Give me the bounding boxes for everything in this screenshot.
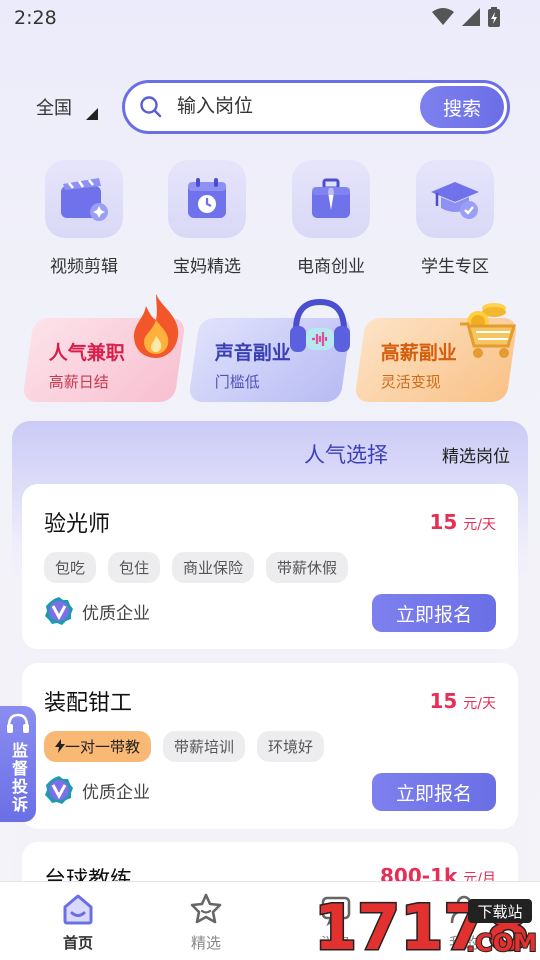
section-tab-featured[interactable]: 精选岗位 (442, 442, 510, 467)
search-icon (140, 96, 162, 118)
job-tag: 带薪休假 (266, 552, 349, 583)
salary-unit: 元/天 (463, 696, 496, 712)
triangle-down-icon (86, 108, 98, 120)
category-label: 电商创业 (297, 257, 365, 277)
job-salary: 15 元/天 (429, 689, 496, 713)
job-tag: 商业保险 (172, 552, 255, 583)
region-selector[interactable]: 全国 (36, 94, 98, 120)
site-watermark: 17178 下载站 .COM (313, 890, 537, 960)
gold-cart-icon (460, 303, 517, 358)
nav-featured[interactable]: 精选 (166, 892, 246, 953)
section-title-popular[interactable]: 人气选择 (304, 439, 388, 469)
watermark-badge: 下载站 (477, 903, 522, 921)
star-icon (190, 893, 222, 924)
company-badge: 优质企业 (44, 596, 150, 626)
company-badge: 优质企业 (44, 775, 150, 805)
promo-subtitle: 门槛低 (214, 373, 260, 391)
category-label: 视频剪辑 (50, 257, 118, 277)
video-edit-icon (61, 178, 108, 221)
category-video-edit[interactable]: 视频剪辑 (29, 160, 139, 277)
home-icon (63, 894, 93, 925)
briefcase-icon (312, 178, 350, 218)
category-student[interactable]: 学生专区 (400, 160, 510, 277)
status-icons (432, 7, 500, 27)
promo-banners: 人气兼职 高薪日结 声音副业 门槛低 高薪副业 灵活变现 (0, 294, 540, 408)
job-title: 验光师 (44, 512, 111, 537)
job-tags: 包吃 包住 商业保险 带薪休假 (44, 552, 349, 583)
category-label: 学生专区 (421, 257, 489, 277)
category-mom-picks[interactable]: 宝妈精选 (152, 160, 262, 277)
region-label: 全国 (36, 98, 72, 119)
calendar-clock-icon (188, 178, 226, 218)
company-label: 优质企业 (82, 603, 150, 624)
nav-label: 首页 (62, 934, 93, 952)
status-bar: 2:28 (0, 0, 540, 36)
complaint-label: 监督投诉 (9, 742, 28, 814)
job-card[interactable]: 验光师 15 元/天 包吃 包住 商业保险 带薪休假 优质企业 立即报名 (22, 484, 518, 649)
signal-icon (462, 8, 480, 26)
search-input[interactable] (177, 95, 417, 117)
apply-button[interactable]: 立即报名 (372, 773, 496, 811)
job-card[interactable]: 装配钳工 15 元/天 一对一带教 带薪培训 环境好 优质企业 立即报名 (22, 663, 518, 829)
job-tag: 带薪培训 (163, 731, 246, 762)
watermark-suffix: .COM (466, 929, 536, 957)
category-tile (168, 160, 246, 238)
job-salary: 15 元/天 (429, 510, 496, 534)
lightning-icon (55, 739, 65, 753)
salary-unit: 元/天 (463, 517, 496, 533)
battery-icon (488, 7, 500, 27)
job-tag-label: 一对一带教 (65, 738, 141, 756)
nav-label: 精选 (190, 934, 221, 952)
category-ecommerce[interactable]: 电商创业 (276, 160, 386, 277)
job-tags: 一对一带教 带薪培训 环境好 (44, 731, 325, 762)
graduation-cap-icon (431, 182, 479, 219)
job-title: 装配钳工 (44, 691, 133, 716)
headphones-icon (290, 298, 350, 352)
company-label: 优质企业 (82, 782, 150, 803)
job-tag: 包住 (108, 552, 161, 583)
category-tile (292, 160, 370, 238)
wifi-icon (432, 8, 454, 25)
job-tag-highlight: 一对一带教 (44, 731, 152, 762)
headset-icon (7, 713, 29, 733)
nav-home[interactable]: 首页 (38, 892, 118, 953)
category-tile (45, 160, 123, 238)
search-row: 全国 搜索 (0, 80, 540, 134)
category-tile (416, 160, 494, 238)
verified-v-icon (45, 597, 73, 625)
search-button[interactable]: 搜索 (420, 86, 504, 128)
complaint-float-button[interactable]: 监督投诉 (0, 706, 36, 822)
promo-subtitle: 灵活变现 (380, 373, 441, 391)
apply-button[interactable]: 立即报名 (372, 594, 496, 632)
salary-amount: 15 (429, 689, 458, 713)
promo-subtitle: 高薪日结 (48, 373, 109, 391)
search-box[interactable]: 搜索 (122, 80, 510, 134)
fire-icon (134, 294, 179, 358)
salary-amount: 15 (429, 510, 458, 534)
job-tag: 环境好 (257, 731, 325, 762)
verified-v-icon (45, 776, 73, 804)
category-grid: 视频剪辑 宝妈精选 电商创业 学生专区 (0, 160, 540, 280)
job-tag: 包吃 (44, 552, 97, 583)
status-time: 2:28 (14, 7, 57, 29)
category-label: 宝妈精选 (173, 257, 241, 277)
